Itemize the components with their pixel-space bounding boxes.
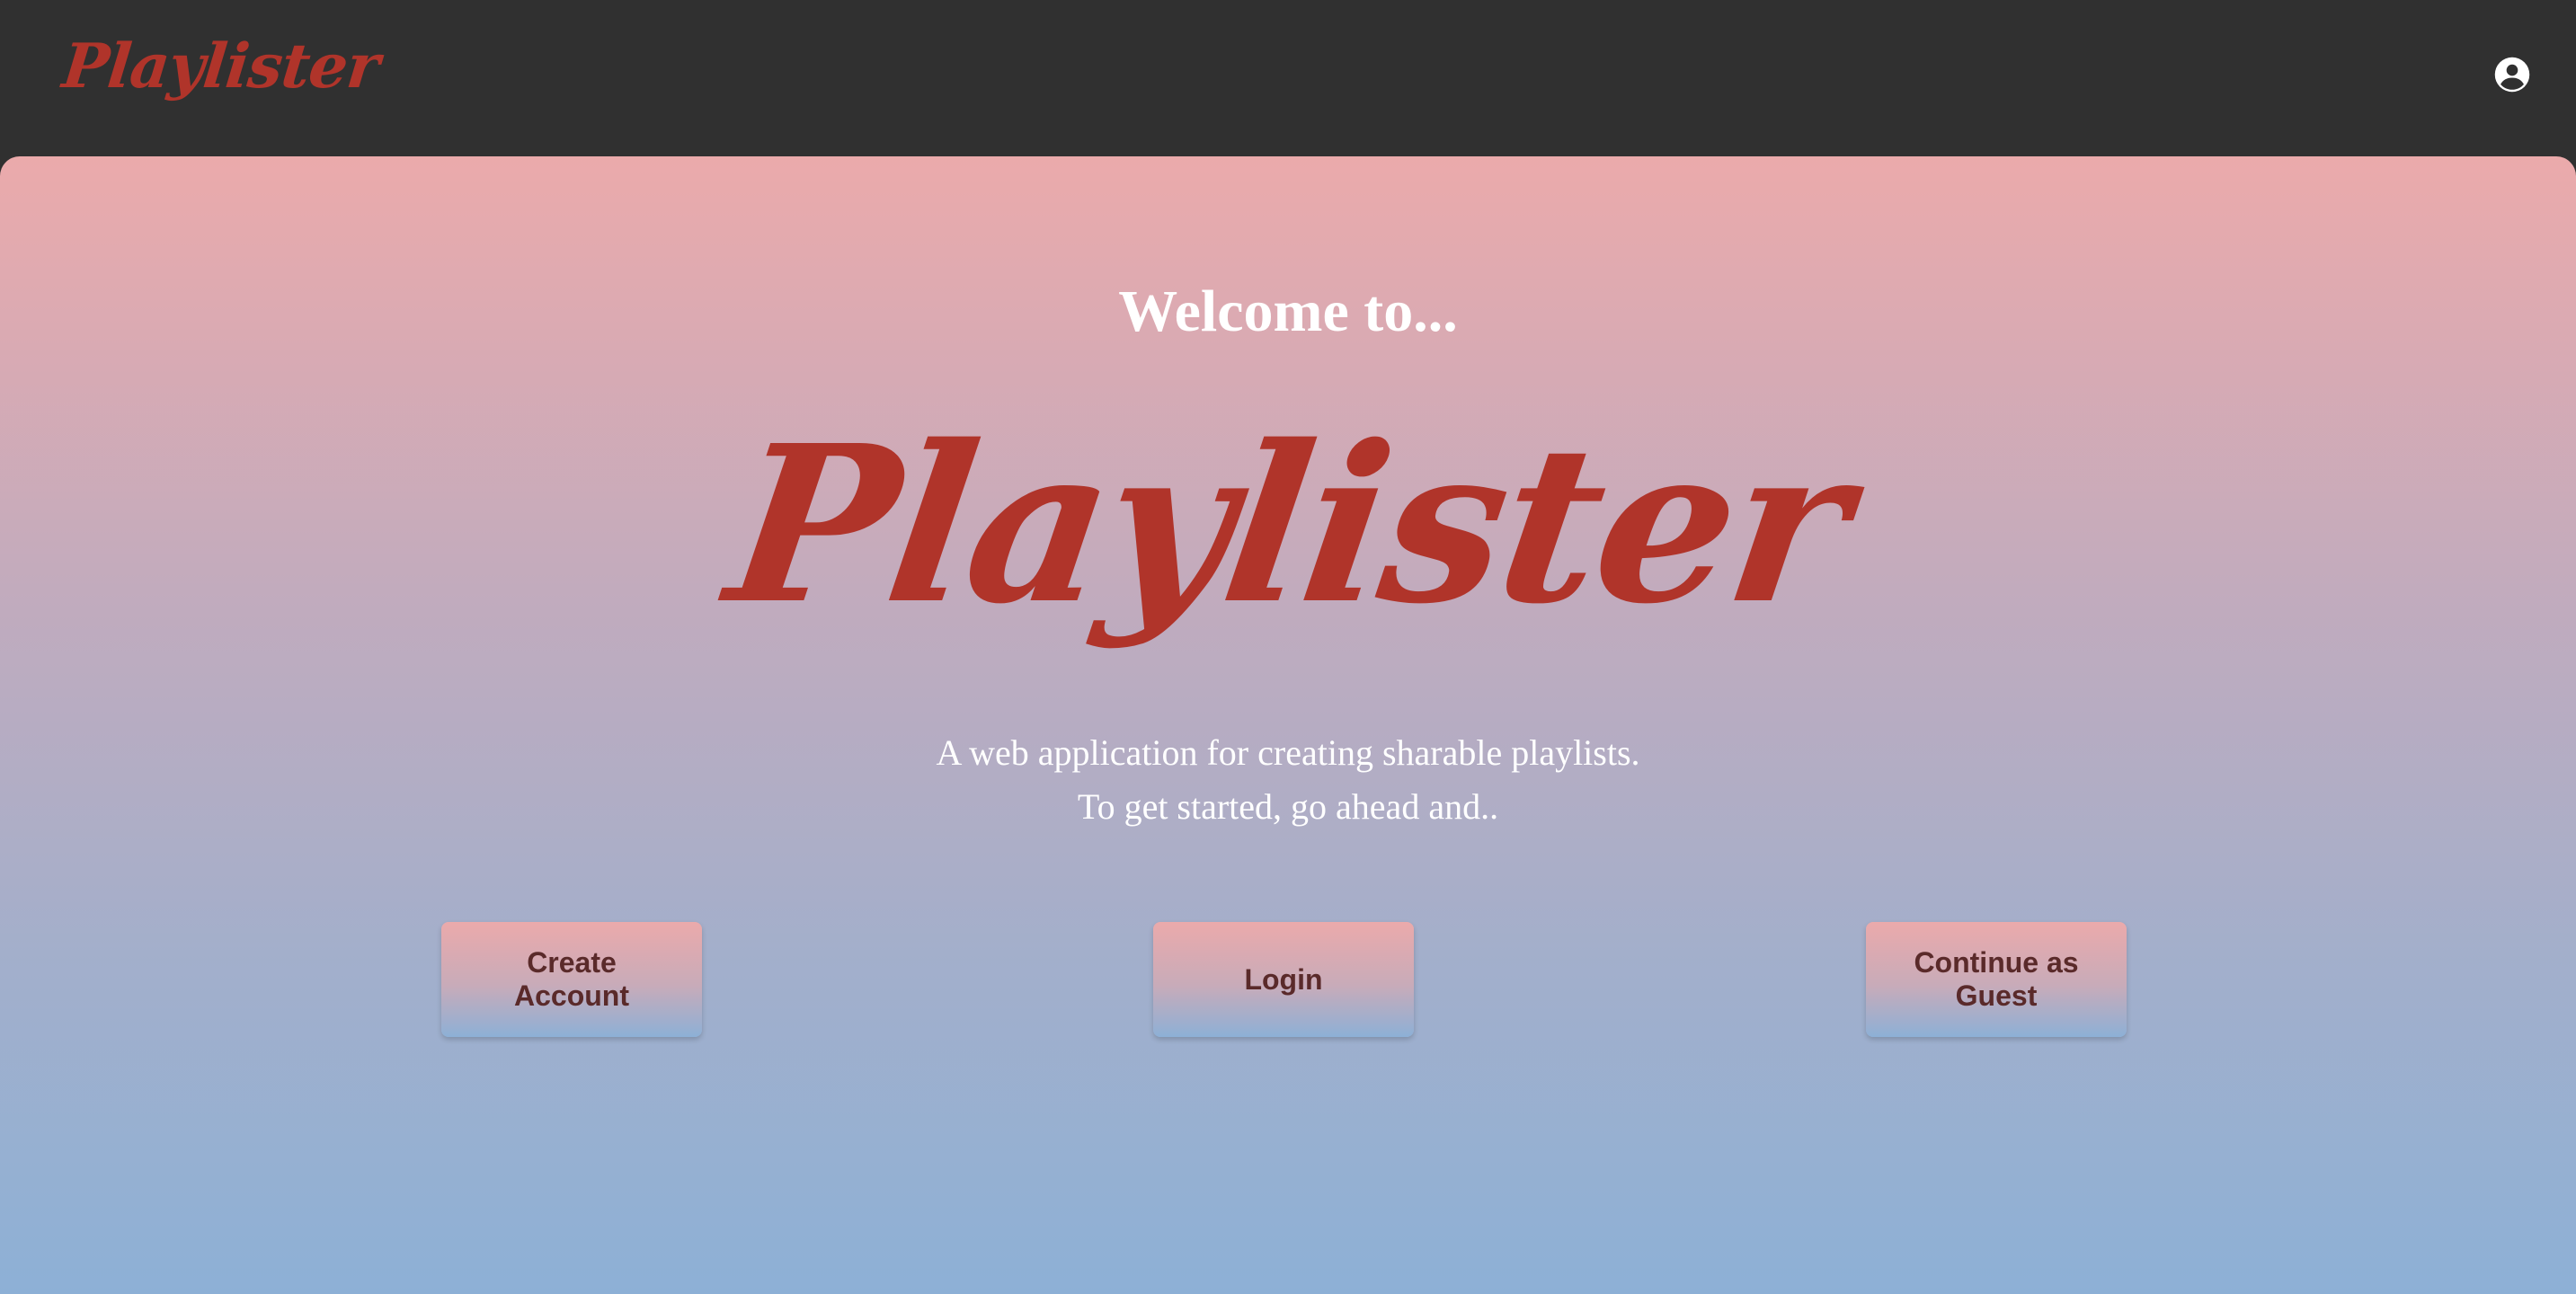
- tagline-line-2: To get started, go ahead and..: [1077, 786, 1499, 827]
- account-circle-icon[interactable]: [2493, 56, 2531, 93]
- app-bar: Playlister: [0, 0, 2576, 156]
- continue-as-guest-button[interactable]: Continue as Guest: [1866, 922, 2127, 1037]
- hero-logo: Playlister: [0, 398, 2576, 651]
- hero-logo-text: Playlister: [715, 398, 1861, 651]
- welcome-heading: Welcome to...: [1118, 279, 1458, 344]
- splash-screen: Welcome to... Playlister A web applicati…: [0, 156, 2576, 1294]
- login-button[interactable]: Login: [1153, 922, 1414, 1037]
- tagline-line-1: A web application for creating sharable …: [936, 732, 1640, 773]
- create-account-button[interactable]: Create Account: [441, 922, 702, 1037]
- app-logo[interactable]: Playlister: [59, 31, 382, 102]
